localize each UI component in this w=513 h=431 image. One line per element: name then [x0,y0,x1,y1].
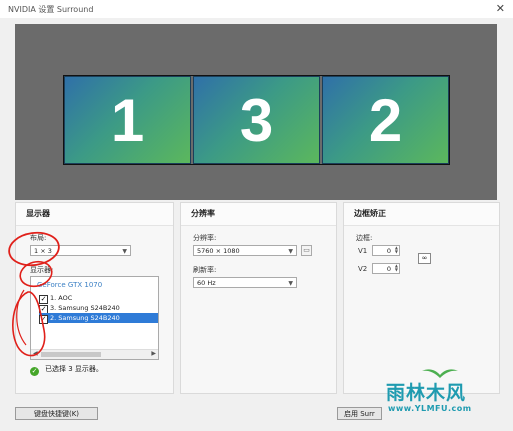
refresh-rate-select[interactable]: 60 Hz ▼ [193,277,297,288]
display-item-samsung-3[interactable]: ✓ 3. Samsung S24B240 [39,303,158,314]
keyboard-shortcuts-button[interactable]: 键盘快捷键(K) [15,407,98,420]
displays-label: 显示器: [30,266,54,274]
chevron-down-icon: ▼ [288,280,293,287]
display-item-label: 2. Samsung S24B240 [50,314,120,322]
resolution-select-value: 5760 × 1080 [197,247,240,255]
refresh-rate-select-value: 60 Hz [197,279,216,287]
chevron-down-icon: ▼ [288,248,293,255]
enable-surround-button[interactable]: 启用 Surr [337,407,382,420]
v1-value: 0 [386,247,391,255]
v2-spinner[interactable]: 0 ▲ ▼ [372,263,400,274]
display-list[interactable]: GeForce GTX 1070 ✓ 1. AOC ✓ 3. Samsung S24… [30,276,159,360]
resolution-panel: 分辨率 [180,202,337,394]
watermark-url: www.YLMFU.com [388,404,472,413]
spin-down-icon[interactable]: ▼ [395,250,398,254]
chevron-left-icon[interactable]: ◀ [33,350,38,357]
chevron-right-icon[interactable]: ▶ [151,350,156,357]
bezel-label: 边框: [356,234,373,242]
spin-down-icon[interactable]: ▼ [395,268,398,272]
resolution-panel-header: 分辨率 [181,203,336,226]
refresh-rate-label: 刷新率: [193,266,217,274]
checkbox-checked-icon[interactable]: ✓ [39,315,48,324]
v2-value: 0 [386,265,391,273]
resolution-settings-icon[interactable]: ▭ [301,245,312,256]
v1-spinner[interactable]: 0 ▲ ▼ [372,245,400,256]
layout-select[interactable]: 1 × 3 ▼ [30,245,131,256]
check-circle-icon: ✓ [30,367,39,376]
selection-status-text: 已选择 3 显示器。 [45,365,103,373]
display-item-aoc[interactable]: ✓ 1. AOC [39,293,158,304]
resolution-label: 分辨率: [193,234,217,242]
watermark-logo: 雨林木风 www.YLMFU.com [380,366,500,420]
chevron-down-icon: ▼ [122,248,127,255]
layout-select-value: 1 × 3 [34,247,52,255]
scrollbar-thumb[interactable] [41,352,101,357]
preview-screen-1[interactable]: 1 [64,76,191,164]
watermark-text: 雨林木风 [386,382,467,404]
resolution-select[interactable]: 5760 × 1080 ▼ [193,245,297,256]
layout-label: 布局: [30,234,47,242]
selection-status: ✓ 已选择 3 显示器。 [30,364,103,376]
preview-screen-2[interactable]: 3 [193,76,320,164]
display-item-samsung-2[interactable]: ✓ 2. Samsung S24B240 [39,313,158,324]
display-item-label: 1. AOC [50,294,73,302]
screen-arrangement: 1 3 2 [63,75,450,165]
close-icon[interactable]: ✕ [496,2,505,15]
window-title: NVIDIA 设置 Surround [8,5,94,14]
v2-label: V2 [358,265,368,273]
preview-screen-3[interactable]: 2 [322,76,449,164]
title-bar: NVIDIA 设置 Surround ✕ [0,0,513,18]
displays-panel-header: 显示器 [16,203,173,226]
gpu-group-label: GeForce GTX 1070 [37,281,103,289]
v1-label: V1 [358,247,368,255]
leaf-icon [422,369,458,378]
horizontal-scrollbar[interactable]: ◀ ▶ [31,349,158,359]
bezel-panel-header: 边框矫正 [344,203,499,226]
link-icon[interactable]: ∞ [418,253,431,264]
display-item-label: 3. Samsung S24B240 [50,304,120,312]
surround-preview: 1 3 2 [15,24,497,200]
